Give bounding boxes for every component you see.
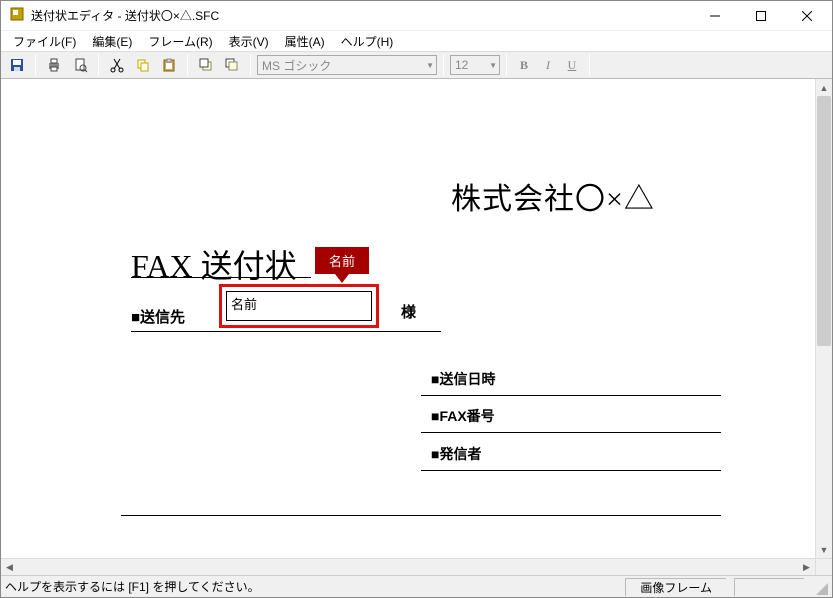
toolbar: MS ゴシック ▼ 12 ▼ B I U — [1, 51, 832, 79]
name-field-selection[interactable]: 名前 — [219, 284, 379, 328]
copy-button[interactable] — [131, 53, 155, 77]
document-page[interactable]: 株式会社〇×△ FAX 送付状 名前 ■送信先 名前 様 ■送信日時 ■FAX番… — [1, 79, 815, 558]
menu-attr[interactable]: 属性(A) — [277, 31, 333, 52]
menu-file[interactable]: ファイル(F) — [5, 31, 84, 52]
sender-row[interactable]: ■発信者 — [421, 439, 721, 471]
separator — [35, 54, 36, 76]
separator — [187, 54, 188, 76]
send-back-button[interactable] — [220, 53, 244, 77]
font-name-value: MS ゴシック — [262, 57, 331, 74]
underline-button[interactable]: U — [561, 55, 583, 75]
company-name[interactable]: 株式会社〇×△ — [451, 174, 655, 218]
fax-title-underline — [131, 277, 311, 278]
cut-button[interactable] — [105, 53, 129, 77]
scroll-track[interactable] — [816, 96, 832, 541]
separator — [589, 54, 590, 76]
maximize-button[interactable] — [738, 2, 784, 30]
titlebar: 送付状エディタ - 送付状〇×△.SFC — [1, 1, 832, 31]
scroll-right-icon[interactable]: ▶ — [798, 559, 815, 576]
scroll-corner — [815, 559, 832, 576]
destination-row: ■送信先 — [131, 299, 185, 334]
horizontal-scrollbar[interactable]: ◀ ▶ — [1, 558, 832, 575]
font-size-value: 12 — [455, 58, 468, 72]
destination-label: ■送信先 — [131, 306, 185, 327]
app-window: 送付状エディタ - 送付状〇×△.SFC ファイル(F) 編集(E) フレーム(… — [0, 0, 833, 598]
scroll-track[interactable] — [18, 559, 798, 575]
status-hint: ヘルプを表示するには [F1] を押してください。 — [5, 578, 625, 595]
status-empty — [734, 578, 804, 596]
paste-button[interactable] — [157, 53, 181, 77]
dropdown-arrow-icon: ▼ — [426, 61, 434, 70]
separator — [250, 54, 251, 76]
canvas-area: 株式会社〇×△ FAX 送付状 名前 ■送信先 名前 様 ■送信日時 ■FAX番… — [1, 79, 832, 558]
app-icon — [9, 6, 25, 25]
close-button[interactable] — [784, 2, 830, 30]
send-datetime-row[interactable]: ■送信日時 — [421, 364, 721, 396]
menu-edit[interactable]: 編集(E) — [84, 31, 140, 52]
scroll-left-icon[interactable]: ◀ — [1, 559, 18, 576]
save-button[interactable] — [5, 53, 29, 77]
vertical-scrollbar[interactable]: ▲ ▼ — [815, 79, 832, 558]
bring-front-button[interactable] — [194, 53, 218, 77]
statusbar: ヘルプを表示するには [F1] を押してください。 画像フレーム — [1, 575, 832, 597]
scroll-up-icon[interactable]: ▲ — [816, 79, 833, 96]
status-mode: 画像フレーム — [625, 578, 726, 596]
window-buttons — [692, 2, 830, 30]
separator — [506, 54, 507, 76]
separator — [443, 54, 444, 76]
print-preview-button[interactable] — [68, 53, 92, 77]
menu-view[interactable]: 表示(V) — [221, 31, 277, 52]
menubar: ファイル(F) 編集(E) フレーム(R) 表示(V) 属性(A) ヘルプ(H) — [1, 31, 832, 51]
print-button[interactable] — [42, 53, 66, 77]
minimize-button[interactable] — [692, 2, 738, 30]
dropdown-arrow-icon: ▼ — [489, 61, 497, 70]
scroll-thumb[interactable] — [817, 96, 831, 346]
window-title: 送付状エディタ - 送付状〇×△.SFC — [31, 7, 692, 24]
bold-button[interactable]: B — [513, 55, 535, 75]
separator — [98, 54, 99, 76]
name-field[interactable]: 名前 — [226, 291, 372, 321]
resize-grip-icon[interactable] — [812, 579, 828, 595]
menu-frame[interactable]: フレーム(R) — [140, 31, 220, 52]
divider-line — [121, 515, 721, 516]
fax-title[interactable]: FAX 送付状 — [131, 241, 297, 287]
destination-underline — [131, 331, 441, 332]
fax-number-row[interactable]: ■FAX番号 — [421, 401, 721, 433]
tooltip-callout: 名前 — [315, 247, 369, 274]
menu-help[interactable]: ヘルプ(H) — [333, 31, 402, 52]
scroll-down-icon[interactable]: ▼ — [816, 541, 833, 558]
italic-button[interactable]: I — [537, 55, 559, 75]
font-name-combo[interactable]: MS ゴシック ▼ — [257, 55, 437, 75]
font-size-combo[interactable]: 12 ▼ — [450, 55, 500, 75]
honorific-sama: 様 — [401, 301, 416, 322]
